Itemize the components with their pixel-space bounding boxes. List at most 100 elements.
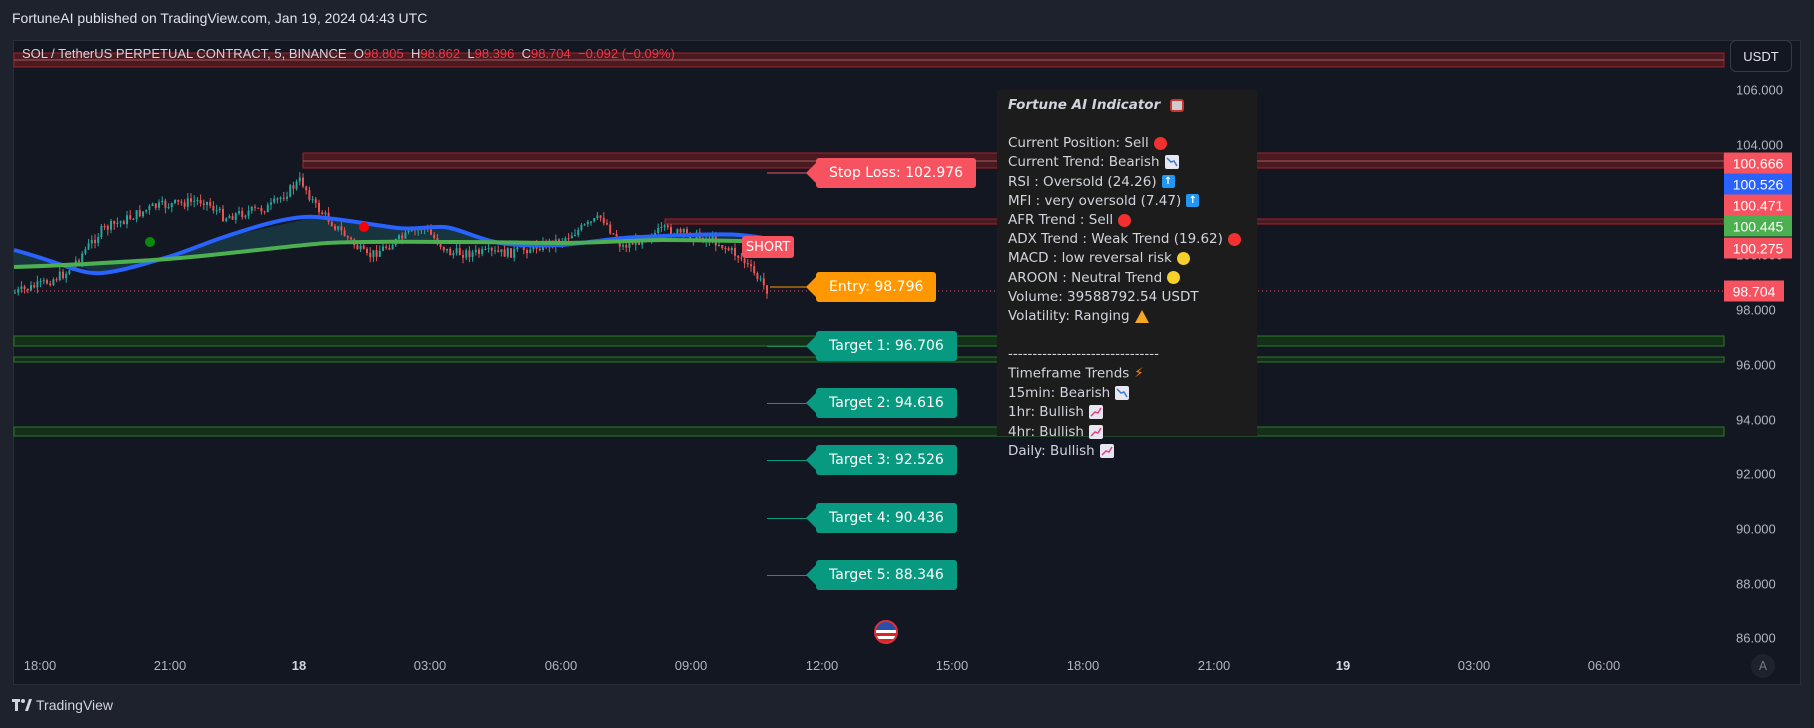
candle-body [458,248,461,256]
candle-body [263,211,266,213]
sell-signal-dot [359,222,369,232]
candle-body [663,225,666,227]
candle-body [292,185,295,189]
candle-body [186,198,189,207]
candle-body [398,235,400,240]
candle-body [625,245,628,248]
target-3-label: Target 3: 92.526 [806,445,957,475]
panel-title: Fortune AI Indicator [1008,96,1246,115]
ma-green-line [13,237,771,269]
target-2-label: Target 2: 94.616 [806,388,957,418]
candle-body [452,252,455,256]
candle-body [62,271,64,279]
candle-body [468,250,471,258]
candle-body [356,245,359,250]
indicator-line: AROON : Neutral Trend [1008,269,1246,288]
close-value: 98.704 [530,46,571,61]
open-value: 98.805 [363,46,404,61]
candle-body [26,288,29,291]
chart-canvas [13,52,1725,437]
candle-body [84,249,87,254]
candle-body [497,250,500,252]
candle-body [154,203,157,208]
candle-body [510,248,512,258]
indicator-text: 15min: Bearish [1008,385,1111,402]
candle-body [103,225,106,227]
indicator-line: RSI : Oversold (24.26) ↑ [1008,173,1246,192]
candle-body [190,198,192,202]
candle-body [727,248,730,251]
candle-body [622,245,624,247]
currency-button[interactable]: USDT [1730,40,1792,72]
candle-body [135,210,138,220]
candle-body [334,226,336,230]
symbol-name: SOL / TetherUS PERPETUAL CONTRACT, 5, BI… [22,46,347,61]
price-label: 100.445 [1724,215,1792,237]
candle-body [343,230,346,237]
candle-body [388,248,391,250]
candle-body [36,281,39,288]
candle-body [369,252,372,257]
candle-body [679,229,682,233]
candle-body [206,201,208,205]
candle-body [298,177,301,182]
indicator-text: AFR Trend : Sell [1008,212,1114,229]
candle-body [193,200,196,202]
target-1-label: Target 1: 96.706 [806,331,957,361]
stop-loss-label: Stop Loss: 102.976 [805,158,977,188]
candle-body [196,200,199,202]
candle-body [276,198,279,200]
candle-body [238,211,240,214]
symbol-legend[interactable]: SOL / TetherUS PERPETUAL CONTRACT, 5, BI… [22,46,675,61]
indicator-text: Current Trend: Bearish [1008,154,1160,171]
indicator-line: 4hr: Bullish [1008,423,1246,442]
red-circle-icon [1153,136,1167,150]
candle-body [481,248,484,254]
candle-body [724,247,727,249]
indicator-line: Volume: 39588792.54 USDT [1008,288,1246,307]
candle-body [359,245,362,250]
high-label: H [410,46,421,61]
candle-body [46,280,48,284]
candle-body [433,234,436,239]
candle-body [401,235,404,239]
candle-body [753,266,756,274]
candle-body [247,210,250,216]
up-arrow-icon: ↑ [1186,194,1200,208]
candle-body [116,222,119,224]
candle-body [212,205,215,211]
candle-body [490,248,493,251]
separator: ------------------------------- [1008,346,1160,363]
candle-body [151,203,154,206]
candle-body [202,203,205,205]
candle-body [586,221,589,225]
candle-body [362,245,365,249]
indicator-text: 4hr: Bullish [1008,423,1084,440]
candle-body [756,273,759,280]
candle-body [321,212,324,215]
candle-body [30,285,32,291]
candle-body [478,249,480,254]
candle-body [228,216,231,219]
candle-body [122,221,125,225]
candle-body [350,237,352,240]
candle-body [97,237,100,244]
candle-body [602,217,605,224]
high-value: 98.862 [420,46,461,61]
candle-body [628,242,631,248]
candle-body [746,263,749,265]
candle-body [439,244,442,247]
indicator-text: RSI : Oversold (24.26) [1008,173,1157,190]
indicator-line: AFR Trend : Sell [1008,211,1246,230]
chart-increasing-icon [1099,443,1114,458]
candle-body [222,208,224,222]
candle-body [564,238,567,242]
candle-body [730,248,733,251]
low-value: 98.396 [474,46,515,61]
candle-body [254,206,256,208]
target-5-label: Target 5: 88.346 [806,560,957,590]
candle-body [161,200,164,203]
candle-body [686,229,688,234]
candle-body [142,211,144,217]
indicator-line: Daily: Bullish [1008,442,1246,461]
